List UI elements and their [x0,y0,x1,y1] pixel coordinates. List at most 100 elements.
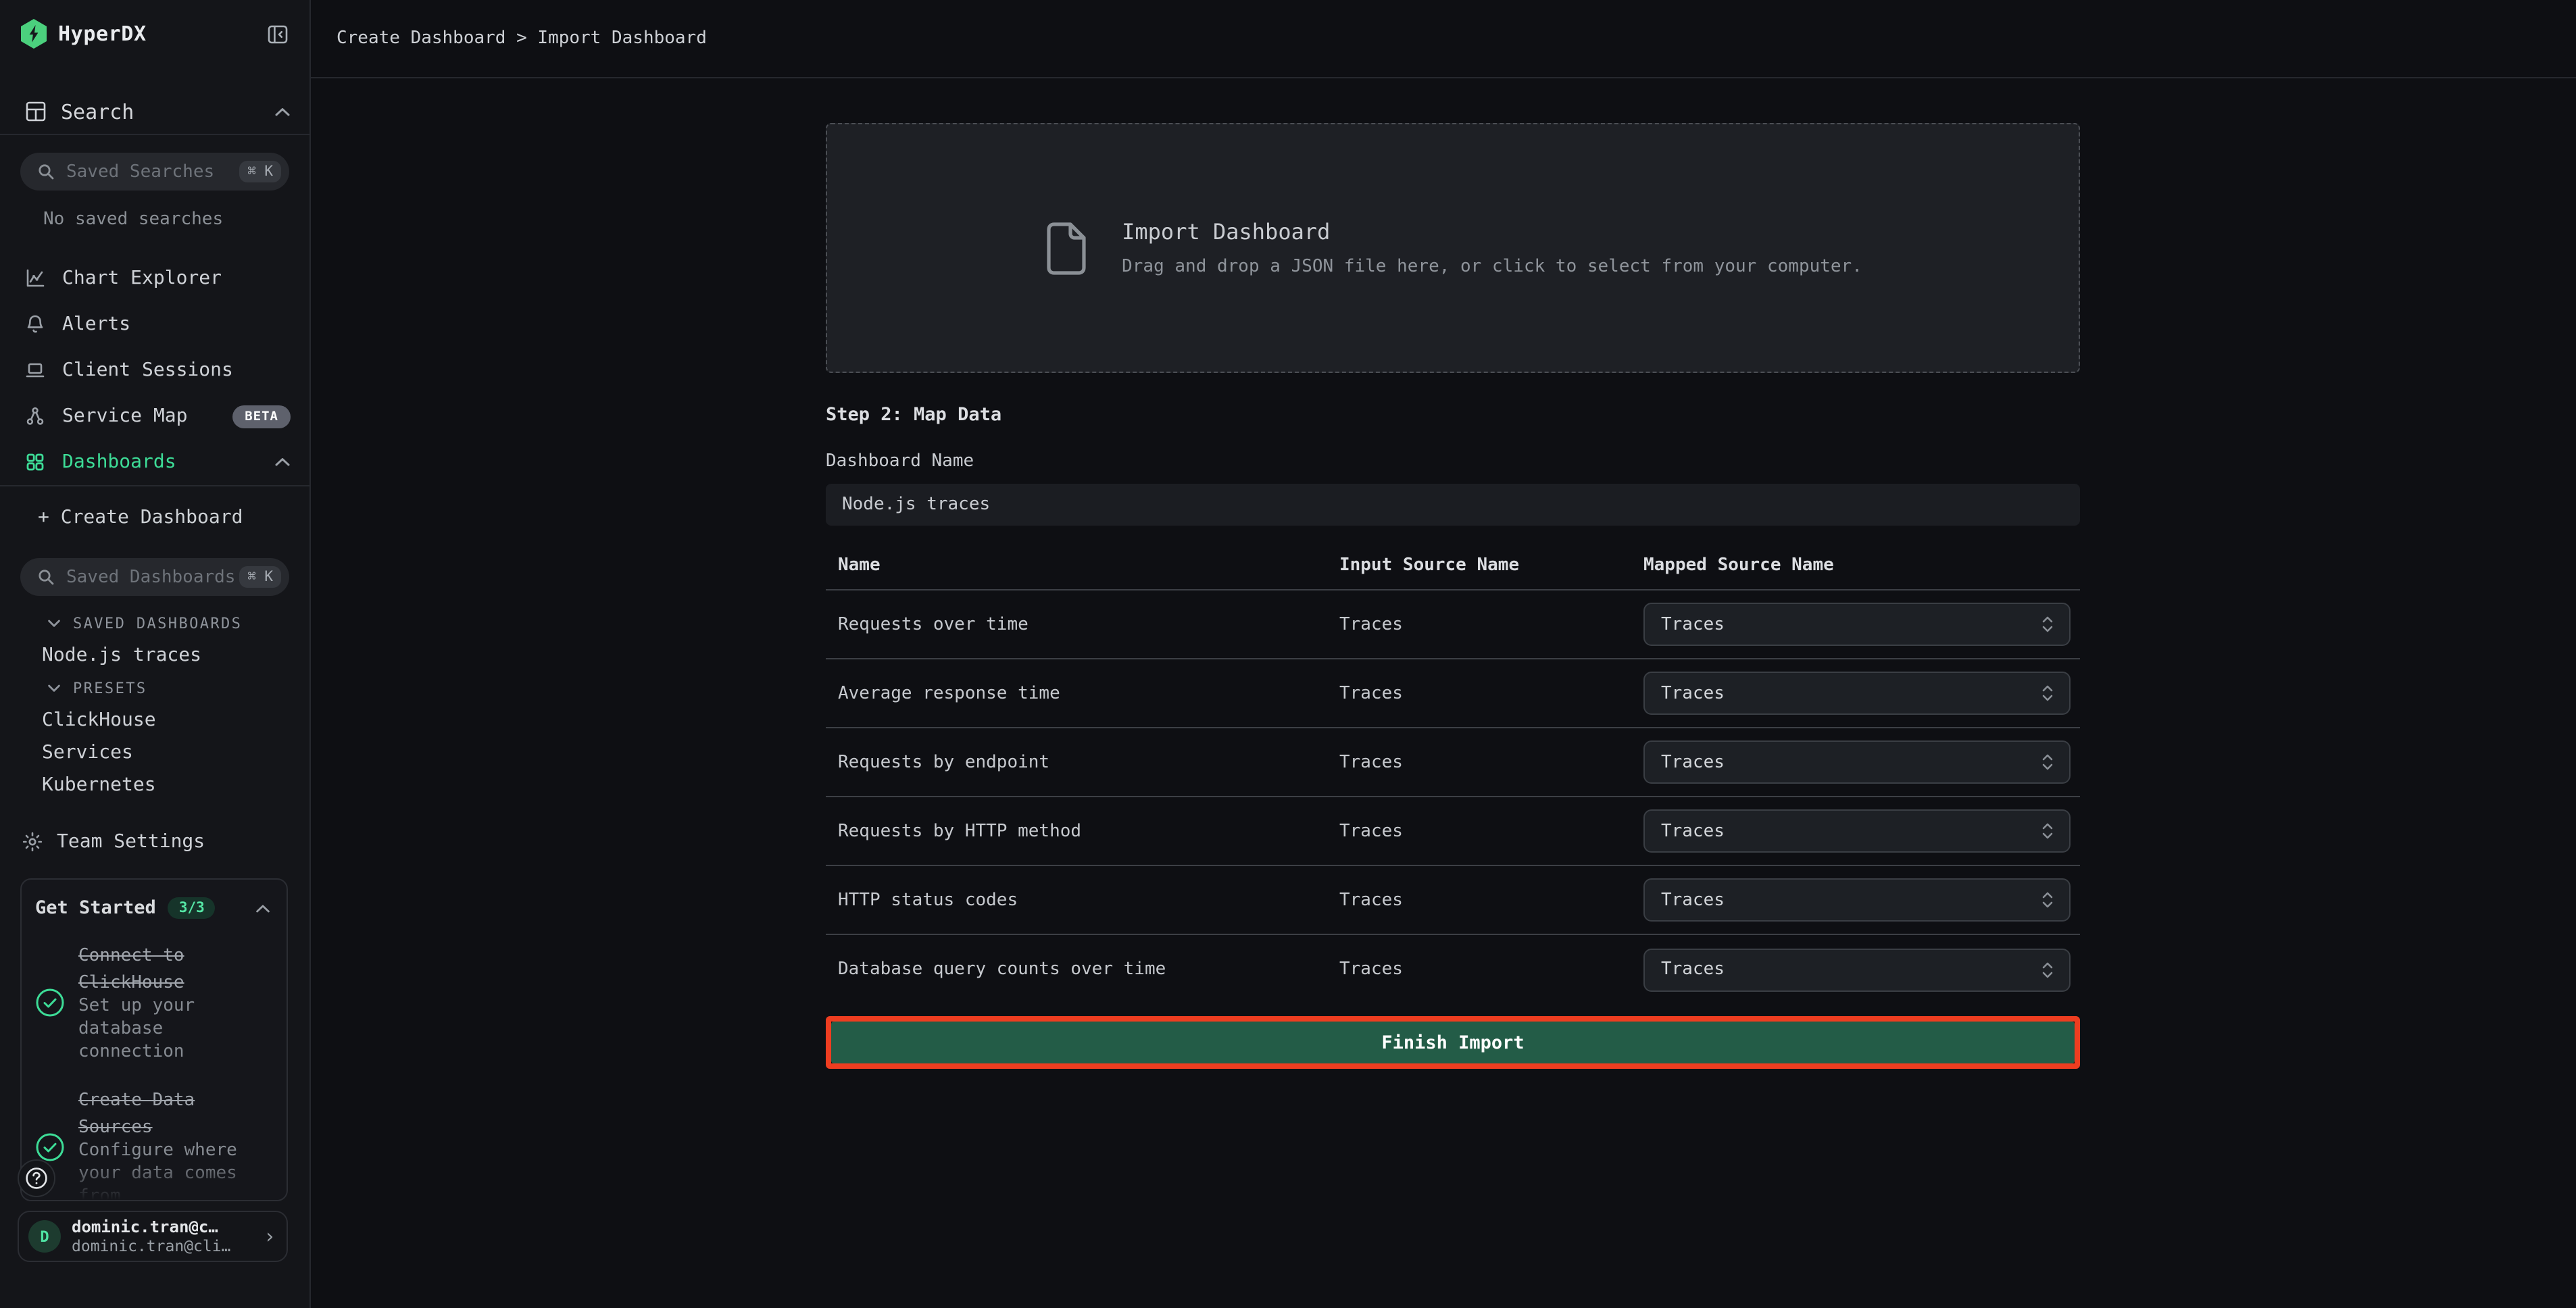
breadcrumb: Create Dashboard > Import Dashboard [337,28,707,49]
column-header-mapped-source: Mapped Source Name [1643,555,2080,576]
mapped-source-select[interactable]: Traces [1643,740,2071,784]
dropzone-title: Import Dashboard [1122,219,1862,245]
chevron-down-icon [47,683,61,693]
task-connect-clickhouse: Connect to ClickHouse Set up your databa… [35,940,270,1063]
chevron-up-icon [255,903,270,913]
file-icon [1043,218,1089,278]
table-row: Requests over time Traces Traces [826,590,2080,659]
chevron-up-icon [274,457,291,468]
create-dashboard-button[interactable]: + Create Dashboard [0,495,309,540]
main-area: Create Dashboard > Import Dashboard Impo… [311,0,2576,1308]
tree-item-services[interactable]: Services [0,736,309,769]
step-title: Step 2: Map Data [826,404,2080,426]
mapped-source-select[interactable]: Traces [1643,603,2071,646]
sidebar-item-client-sessions[interactable]: Client Sessions [0,347,309,393]
logo-row: HyperDX [0,0,309,68]
dropzone-subtitle: Drag and drop a JSON file here, or click… [1122,257,1862,277]
check-circle-icon [35,987,65,1017]
shortcut-badge: ⌘ K [239,566,281,588]
task-desc: Configure where your data comes from [78,1139,243,1201]
beta-badge: BETA [232,405,291,428]
sidebar-item-service-map[interactable]: Service Map BETA [0,393,309,439]
sidebar: HyperDX Search Saved Searches ⌘ K No sav… [0,0,311,1308]
get-started-progress-badge: 3/3 [168,897,216,919]
chevron-up-down-icon [2039,613,2056,635]
saved-dashboards-placeholder: Saved Dashboards [66,567,239,587]
hyperdx-logo-icon [20,19,47,49]
tree-group-saved-dashboards[interactable]: SAVED DASHBOARDS [0,607,309,639]
bell-icon [24,313,46,335]
tree-item-clickhouse[interactable]: ClickHouse [0,704,309,736]
annotation-highlight: Finish Import [826,1016,2080,1069]
column-header-name: Name [826,555,1339,576]
mapped-source-select[interactable]: Traces [1643,809,2071,853]
saved-dashboards-input[interactable]: Saved Dashboards ⌘ K [20,558,289,596]
dashboard-name-input[interactable] [826,484,2080,526]
help-button[interactable] [18,1159,55,1197]
task-title: Create Data Sources [78,1090,195,1138]
chevron-up-icon [274,106,291,117]
tree-item-nodejs-traces[interactable]: Node.js traces [0,639,309,672]
team-settings-label: Team Settings [57,831,205,853]
chevron-up-down-icon [2039,959,2056,980]
table-row: Database query counts over time Traces T… [826,935,2080,1004]
check-circle-icon [35,1132,65,1161]
chevron-right-icon: › [264,1224,276,1249]
chevron-down-icon [47,618,61,628]
table-row: HTTP status codes Traces Traces [826,866,2080,935]
saved-searches-placeholder: Saved Searches [66,161,239,182]
gear-icon [22,831,43,853]
user-name: dominic.tran@c… [72,1217,258,1236]
sidebar-item-dashboards[interactable]: Dashboards [0,439,309,485]
laptop-icon [24,359,46,381]
app-title: HyperDX [58,22,147,46]
finish-import-button[interactable]: Finish Import [831,1022,2075,1063]
tree-group-presets[interactable]: PRESETS [0,672,309,704]
json-dropzone[interactable]: Import Dashboard Drag and drop a JSON fi… [826,123,2080,373]
table-row: Average response time Traces Traces [826,659,2080,728]
dashboard-name-label: Dashboard Name [826,451,2080,472]
user-menu[interactable]: D dominic.tran@c… dominic.tran@cli… › [18,1211,288,1262]
column-header-input-source: Input Source Name [1339,555,1643,576]
chevron-up-down-icon [2039,682,2056,704]
mapping-table: Name Input Source Name Mapped Source Nam… [826,542,2080,1004]
get-started-title: Get Started [35,897,156,919]
search-section-header[interactable]: Search [0,89,309,135]
dashboards-tree: SAVED DASHBOARDS Node.js traces PRESETS … [0,607,309,801]
task-desc: Set up your database connection [78,995,243,1063]
import-dashboard-panel: Import Dashboard Drag and drop a JSON fi… [826,123,2080,1069]
sidebar-item-team-settings[interactable]: Team Settings [0,819,309,865]
saved-searches-input[interactable]: Saved Searches ⌘ K [20,153,289,191]
tree-item-kubernetes[interactable]: Kubernetes [0,769,309,801]
app-root: HyperDX Search Saved Searches ⌘ K No sav… [0,0,2576,1308]
search-icon [36,162,55,181]
dashboards-grid-icon [24,451,46,473]
task-create-data-sources: Create Data Sources Configure where your… [35,1085,270,1201]
search-section-icon [24,100,47,123]
get-started-header[interactable]: Get Started 3/3 [35,897,270,919]
user-email: dominic.tran@cli… [72,1236,258,1255]
mapped-source-select[interactable]: Traces [1643,878,2071,922]
get-started-card: Get Started 3/3 Connect to ClickHouse Se… [20,878,288,1201]
shortcut-badge: ⌘ K [239,161,281,182]
no-saved-searches-text: No saved searches [43,209,309,230]
service-map-icon [24,405,46,427]
table-row: Requests by endpoint Traces Traces [826,728,2080,797]
collapse-sidebar-icon[interactable] [266,22,289,45]
sidebar-item-chart-explorer[interactable]: Chart Explorer [0,255,309,301]
search-icon [36,568,55,586]
sidebar-item-alerts[interactable]: Alerts [0,301,309,347]
chart-explorer-icon [24,268,46,289]
question-mark-icon [24,1166,49,1190]
avatar: D [28,1220,61,1253]
table-header: Name Input Source Name Mapped Source Nam… [826,542,2080,590]
top-bar: Create Dashboard > Import Dashboard [311,0,2576,78]
chevron-up-down-icon [2039,751,2056,773]
mapped-source-select[interactable]: Traces [1643,948,2071,991]
task-title: Connect to ClickHouse [78,946,184,993]
sidebar-nav: Chart Explorer Alerts Client Sessions Se… [0,255,309,486]
chevron-up-down-icon [2039,820,2056,842]
mapped-source-select[interactable]: Traces [1643,672,2071,715]
chevron-up-down-icon [2039,889,2056,911]
table-row: Requests by HTTP method Traces Traces [826,797,2080,866]
